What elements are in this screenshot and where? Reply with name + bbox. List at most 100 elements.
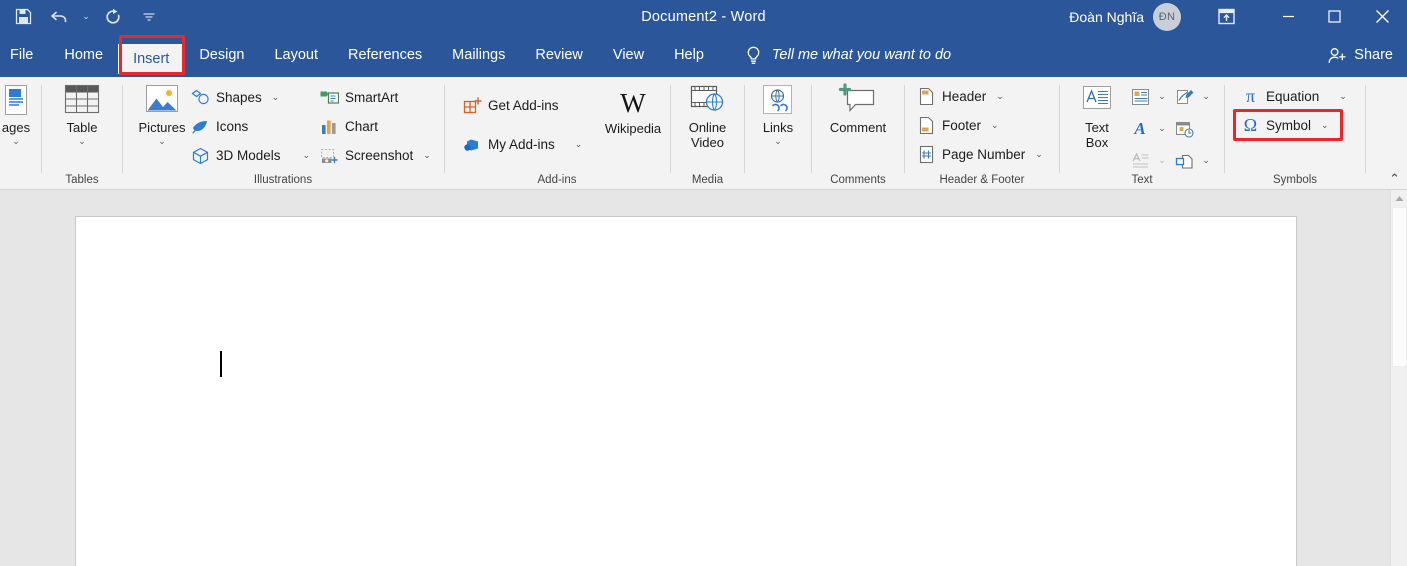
header-icon [917,87,936,106]
pages-button[interactable]: ages ⌄ [0,77,42,146]
icons-button[interactable]: Icons [191,112,310,141]
ribbon-display-options-icon[interactable] [1203,0,1249,33]
media-group-label: Media [691,174,724,186]
page-number-dropdown-icon[interactable]: ⌄ [1035,149,1043,160]
tab-mailings[interactable]: Mailings [437,33,520,77]
undo-icon[interactable] [42,2,76,32]
tab-insert[interactable]: Insert [118,43,185,74]
save-icon[interactable] [6,2,40,32]
screenshot-dropdown-icon[interactable]: ⌄ [423,150,431,161]
table-dropdown-icon[interactable]: ⌄ [78,136,86,146]
word-application-window: ⌄ Document2 - Word Đoàn Nghĩa ĐN File Ho… [0,0,1407,566]
text-box-label: Text Box [1085,120,1109,150]
equation-button[interactable]: π Equation ⌄ [1241,82,1347,111]
get-addins-button[interactable]: Get Add-ins [463,91,582,120]
redo-icon[interactable] [96,2,130,32]
screenshot-button[interactable]: Screenshot ⌄ [320,141,431,170]
links-label: Links [762,120,794,135]
cube-3d-icon [191,146,210,165]
ribbon-group-symbols: π Equation ⌄ Ω Symbol ⌄ Symbols [1225,77,1365,189]
tab-file[interactable]: File [0,33,49,77]
icons-icon [191,117,210,136]
signature-line-dropdown-icon[interactable]: ⌄ [1198,82,1214,111]
ribbon-group-addins: Get Add-ins My Add-ins ⌄ W Wikipedia Add… [445,77,669,189]
pages-dropdown-icon[interactable]: ⌄ [12,136,20,146]
wordart-dropdown-icon[interactable]: ⌄ [1154,114,1170,143]
page-number-button[interactable]: Page Number ⌄ [917,140,1043,169]
header-dropdown-icon[interactable]: ⌄ [996,91,1004,102]
undo-dropdown-icon[interactable]: ⌄ [78,2,94,32]
3d-models-dropdown-icon[interactable]: ⌄ [303,150,311,161]
text-box-icon [1076,82,1118,118]
table-button[interactable]: Table ⌄ [60,77,104,146]
icons-label: Icons [216,119,249,134]
symbol-dropdown-icon[interactable]: ⌄ [1321,120,1329,131]
tab-view[interactable]: View [598,33,659,77]
equation-dropdown-icon[interactable]: ⌄ [1339,91,1347,102]
wordart-button[interactable]: A [1126,114,1154,143]
tab-layout[interactable]: Layout [259,33,333,77]
3d-models-button[interactable]: 3D Models ⌄ [191,141,310,170]
collapse-ribbon-icon[interactable]: ⌃ [1389,171,1400,187]
symbol-label: Symbol [1266,118,1312,133]
pictures-button[interactable]: Pictures ⌄ [131,77,193,146]
comment-button[interactable]: Comment [812,77,904,135]
lightbulb-icon [745,46,762,65]
quick-parts-button[interactable] [1126,82,1154,111]
online-video-icon [687,82,729,118]
smartart-button[interactable]: SmartArt [320,83,431,112]
chart-button[interactable]: Chart [320,112,431,141]
shapes-button[interactable]: Shapes ⌄ [191,83,310,112]
symbol-button[interactable]: Ω Symbol ⌄ [1241,111,1347,140]
scrollbar-thumb[interactable] [1392,207,1407,367]
share-button[interactable]: Share [1328,47,1393,64]
signature-line-button[interactable] [1170,82,1198,111]
document-page[interactable] [75,216,1297,566]
drop-cap-dropdown-icon[interactable]: ⌄ [1154,146,1170,175]
online-video-button[interactable]: Online Video [671,77,744,150]
title-bar-right: Đoàn Nghĩa ĐN [1069,0,1407,33]
tab-review[interactable]: Review [520,33,598,77]
tab-references[interactable]: References [333,33,437,77]
quick-parts-dropdown-icon[interactable]: ⌄ [1154,82,1170,111]
my-addins-dropdown-icon[interactable]: ⌄ [575,139,583,150]
tab-design[interactable]: Design [184,33,259,77]
tab-home[interactable]: Home [49,33,118,77]
close-button[interactable] [1357,0,1407,33]
footer-label: Footer [942,118,982,133]
get-addins-label: Get Add-ins [488,98,559,113]
ribbon-group-tables: Table ⌄ Tables [42,77,122,189]
text-box-button[interactable]: Text Box ⌄ [1069,77,1125,150]
links-dropdown-icon[interactable]: ⌄ [774,136,782,146]
footer-dropdown-icon[interactable]: ⌄ [991,120,999,131]
wikipedia-button[interactable]: W Wikipedia [596,82,670,136]
my-addins-button[interactable]: My Add-ins ⌄ [463,130,582,159]
ribbon-group-media: Online Video Media [671,77,744,189]
tab-help[interactable]: Help [659,33,719,77]
addins-column: Get Add-ins My Add-ins ⌄ [463,91,582,159]
pictures-dropdown-icon[interactable]: ⌄ [158,136,166,146]
object-dropdown-icon[interactable]: ⌄ [1198,146,1214,175]
footer-button[interactable]: Footer ⌄ [917,111,1043,140]
avatar[interactable]: ĐN [1153,2,1181,31]
scroll-up-icon[interactable] [1391,190,1407,207]
table-icon [61,82,103,118]
header-button[interactable]: Header ⌄ [917,82,1043,111]
minimize-button[interactable] [1265,0,1311,33]
comments-group-label: Comments [830,174,886,186]
customize-qat-icon[interactable] [132,2,166,32]
vertical-scrollbar[interactable] [1390,190,1407,566]
table-label: Table [66,120,98,135]
links-button[interactable]: Links ⌄ [745,77,811,146]
pages-label: ages [1,120,31,135]
object-button[interactable] [1170,146,1198,175]
drop-cap-button[interactable] [1126,146,1154,175]
date-time-button[interactable] [1170,114,1198,143]
shapes-dropdown-icon[interactable]: ⌄ [272,92,280,103]
shapes-icon [191,88,210,107]
illustrations-group-label: Illustrations [253,174,313,186]
addins-group-label: Add-ins [537,174,577,186]
maximize-button[interactable] [1311,0,1357,33]
equation-label: Equation [1266,89,1320,104]
tell-me-search[interactable]: Tell me what you want to do [745,46,951,65]
